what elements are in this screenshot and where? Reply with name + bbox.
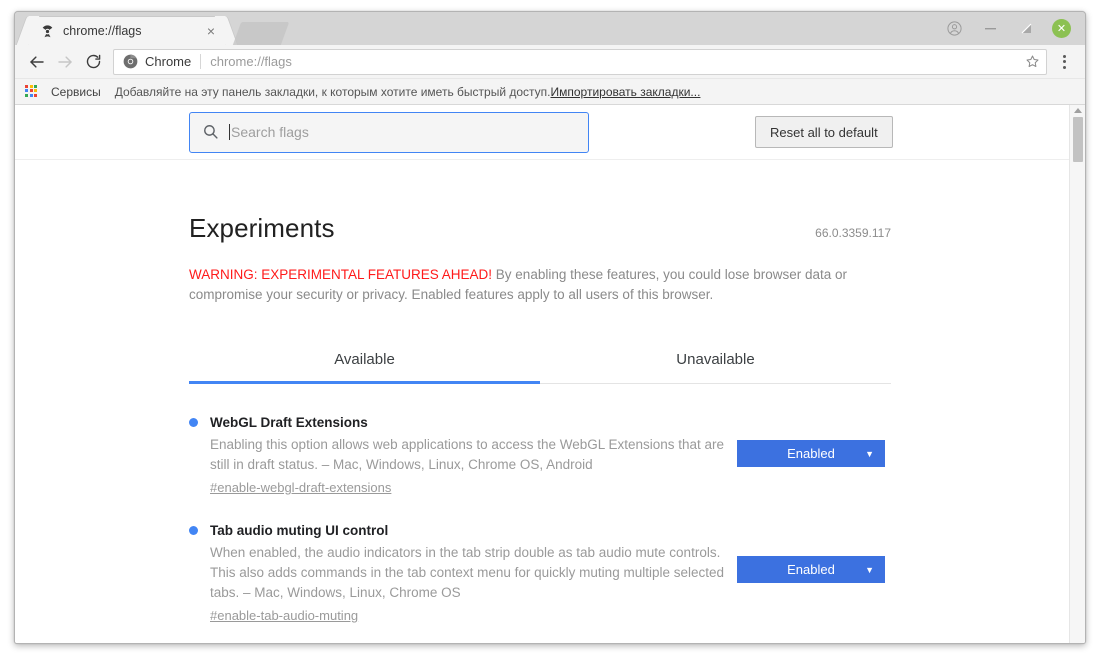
tab-available[interactable]: Available [189,351,540,384]
flag-hash-link[interactable]: #enable-tab-audio-muting [210,608,358,623]
flag-header: WebGL Draft Extensions [189,415,719,430]
tab-strip: chrome://flags × ✕ [15,12,1085,45]
omnibox-url-text[interactable]: chrome://flags [210,54,1022,69]
omnibox-separator [200,54,202,69]
omnibox-scheme-label: Chrome [145,54,192,69]
flag-description: Enabling this option allows web applicat… [210,437,725,472]
reload-icon[interactable] [79,48,107,76]
flag-header: Tab audio muting UI control [189,523,719,538]
browser-toolbar: Chrome chrome://flags [15,45,1085,79]
flag-row: Tab audio muting UI control When enabled… [189,523,891,625]
star-icon[interactable] [1022,52,1042,72]
flags-page: Search flags Reset all to default Experi… [15,105,1069,643]
scrollbar-thumb[interactable] [1073,117,1083,162]
back-button[interactable] [23,48,51,76]
flag-info: WebGL Draft Extensions Enabling this opt… [189,415,724,497]
flag-status-dot-icon [189,526,198,535]
address-bar[interactable]: Chrome chrome://flags [113,48,1047,75]
flag-title: Tab audio muting UI control [210,523,389,538]
flag-state-dropdown[interactable]: Enabled ▼ [737,556,885,583]
bookmarks-bar: Сервисы Добавляйте на эту панель закладк… [15,79,1085,105]
warning-text: WARNING: EXPERIMENTAL FEATURES AHEAD! By… [189,265,891,305]
bookmarks-hint-text: Добавляйте на эту панель закладки, к кот… [114,84,551,99]
flag-state-label: Enabled [787,562,835,577]
chevron-down-icon: ▼ [865,448,874,459]
flag-description: When enabled, the audio indicators in th… [210,545,725,600]
flag-title: WebGL Draft Extensions [210,415,368,430]
warning-prefix: WARNING: EXPERIMENTAL FEATURES AHEAD! [189,267,493,282]
flags-tabs: Available Unavailable [189,351,891,384]
page-title: Experiments [189,213,335,243]
radioactive-flags-icon [39,23,55,39]
maximize-button[interactable] [1016,19,1036,39]
import-bookmarks-link[interactable]: Импортировать закладки... [551,85,701,99]
page-viewport: Search flags Reset all to default Experi… [15,105,1085,643]
three-dot-menu[interactable] [1051,48,1077,76]
close-icon[interactable]: × [203,23,219,39]
flag-status-dot-icon [189,418,198,427]
avatar-icon[interactable] [944,19,964,39]
close-button[interactable]: ✕ [1052,19,1071,38]
search-input[interactable]: Search flags [189,111,589,153]
search-placeholder: Search flags [231,124,309,140]
flag-info: Tab audio muting UI control When enabled… [189,523,724,625]
chevron-down-icon: ▼ [865,564,874,575]
text-caret [229,124,230,140]
new-tab-button[interactable] [232,22,290,45]
window-controls: ✕ [944,12,1079,45]
flags-content: Experiments 66.0.3359.117 WARNING: EXPER… [15,213,1069,625]
minimize-button[interactable] [980,19,1000,39]
tab-title: chrome://flags [63,24,142,38]
browser-tab-chrome-flags[interactable]: chrome://flags × [28,16,226,45]
apps-grid-icon[interactable] [25,84,39,99]
chrome-logo-icon [123,54,138,69]
tab-unavailable[interactable]: Unavailable [540,351,891,383]
bookmark-services[interactable]: Сервисы [51,85,101,99]
search-icon [202,123,220,141]
chrome-version: 66.0.3359.117 [815,226,891,240]
browser-window: chrome://flags × ✕ Chrome chrome://flags… [14,11,1086,644]
page-scrollbar[interactable] [1069,105,1085,643]
flag-hash-link[interactable]: #enable-webgl-draft-extensions [210,480,391,495]
scroll-up-arrow-icon[interactable] [1073,108,1082,113]
flag-row: WebGL Draft Extensions Enabling this opt… [189,415,891,497]
reset-all-to-default-button[interactable]: Reset all to default [755,116,893,148]
forward-button [51,48,79,76]
flags-search-bar: Search flags Reset all to default [15,105,1069,160]
flag-state-label: Enabled [787,446,835,461]
page-title-row: Experiments 66.0.3359.117 [189,213,891,244]
flag-state-dropdown[interactable]: Enabled ▼ [737,440,885,467]
